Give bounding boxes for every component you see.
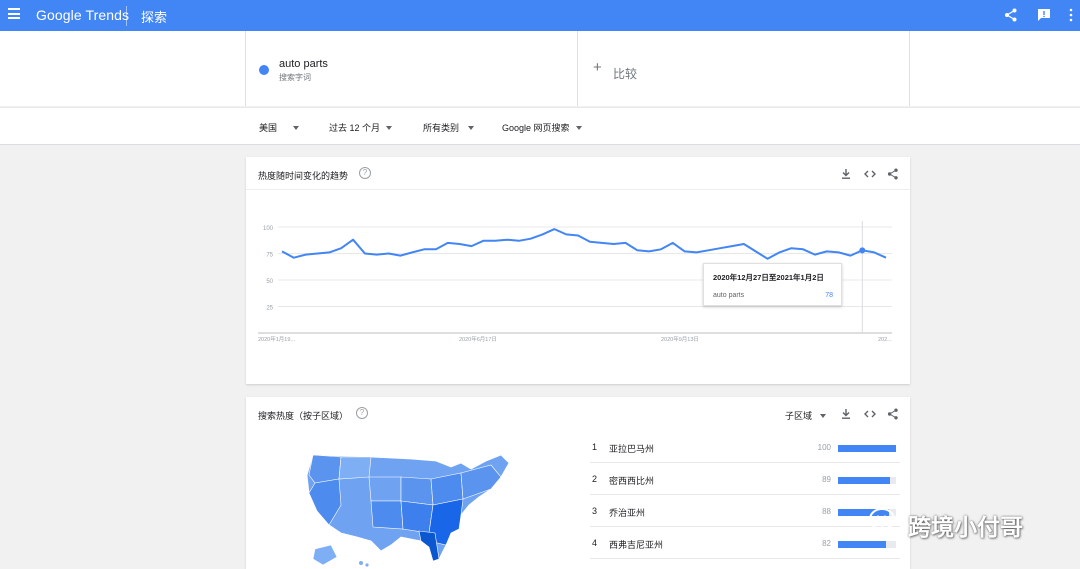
watermark-text: 跨境小付哥 bbox=[908, 514, 1023, 540]
value-bar bbox=[838, 541, 896, 548]
embed-icon[interactable] bbox=[864, 168, 876, 180]
google-trends-logo[interactable]: Google Trends bbox=[36, 7, 129, 23]
share-icon[interactable] bbox=[887, 408, 899, 420]
feedback-icon[interactable] bbox=[1037, 8, 1051, 22]
tooltip-date: 2020年12月27日至2021年1月2日 bbox=[713, 273, 824, 282]
chevron-down-icon bbox=[386, 125, 393, 130]
category-filter[interactable]: 所有类别 bbox=[423, 121, 475, 134]
header-divider bbox=[126, 6, 127, 26]
term-type: 搜索字词 bbox=[279, 73, 311, 82]
list-item[interactable]: 2 密西西比州 89 bbox=[590, 463, 900, 495]
help-icon[interactable]: ? bbox=[356, 407, 368, 419]
embed-icon[interactable] bbox=[864, 408, 876, 420]
chevron-down-icon bbox=[468, 125, 475, 130]
subregion-dropdown[interactable]: 子区域 bbox=[785, 409, 827, 422]
wechat-icon bbox=[869, 508, 903, 535]
y-tick-label: 50 bbox=[266, 279, 273, 285]
chevron-down-icon bbox=[575, 125, 582, 130]
y-tick-label: 25 bbox=[266, 306, 273, 312]
chart-tooltip: 2020年12月27日至2021年1月2日 auto parts 78 bbox=[703, 263, 842, 306]
compare-button[interactable]: 比较 bbox=[613, 65, 637, 82]
x-tick-label: 2020年9月13日 bbox=[661, 335, 699, 343]
tooltip-term: auto parts bbox=[713, 292, 745, 299]
search-term-bar: auto parts 搜索字词 + 比较 bbox=[0, 31, 1080, 106]
list-item[interactable]: 4 西弗吉尼亚州 82 bbox=[590, 527, 900, 559]
term-color-dot bbox=[259, 65, 269, 75]
top-app-bar: Google Trends 探索 bbox=[0, 0, 1080, 31]
chevron-down-icon bbox=[293, 125, 300, 130]
chevron-down-icon bbox=[820, 413, 827, 418]
us-subregion-map[interactable] bbox=[301, 449, 516, 569]
value-bar bbox=[838, 445, 896, 452]
y-tick-label: 100 bbox=[263, 226, 274, 232]
list-item[interactable]: 3 乔治亚州 88 bbox=[590, 495, 900, 527]
card-title: 热度随时间变化的趋势 bbox=[258, 171, 349, 181]
list-item[interactable]: 1 亚拉巴马州 100 bbox=[590, 431, 900, 463]
watermark: 跨境小付哥 bbox=[862, 504, 1052, 540]
interest-over-time-card: 热度随时间变化的趋势 ? 100 75 50 25 2020年1月19... 2020年6… bbox=[246, 157, 910, 384]
value-bar bbox=[838, 477, 896, 484]
hover-point bbox=[859, 247, 866, 254]
add-icon[interactable]: + bbox=[593, 60, 602, 75]
x-tick-label: 2020年6月17日 bbox=[459, 335, 497, 343]
series-line-auto-parts bbox=[281, 228, 887, 260]
x-tick-label: 202... bbox=[878, 337, 892, 343]
menu-icon[interactable] bbox=[8, 8, 20, 22]
download-icon[interactable] bbox=[840, 168, 852, 180]
interest-by-subregion-card: 搜索热度（按子区域） ? 子区域 1 亚拉巴马州 100 2 密西西比州 89 … bbox=[246, 397, 910, 569]
y-tick-label: 75 bbox=[266, 253, 273, 259]
filter-bar: 美国 过去 12 个月 所有类别 Google 网页搜索 bbox=[0, 107, 1080, 145]
share-icon[interactable] bbox=[887, 168, 899, 180]
x-tick-label: 2020年1月19... bbox=[258, 335, 295, 343]
help-icon[interactable]: ? bbox=[359, 167, 371, 179]
download-icon[interactable] bbox=[840, 408, 852, 420]
tooltip-value: 78 bbox=[825, 292, 833, 299]
term-name[interactable]: auto parts bbox=[279, 58, 328, 70]
time-filter[interactable]: 过去 12 个月 bbox=[329, 121, 393, 134]
share-icon[interactable] bbox=[1004, 8, 1018, 22]
apps-icon[interactable] bbox=[1068, 8, 1080, 22]
geo-filter[interactable]: 美国 bbox=[259, 121, 300, 134]
card-title: 搜索热度（按子区域） bbox=[258, 411, 349, 421]
page-title: 探索 bbox=[141, 10, 168, 25]
search-property-filter[interactable]: Google 网页搜索 bbox=[502, 121, 582, 134]
